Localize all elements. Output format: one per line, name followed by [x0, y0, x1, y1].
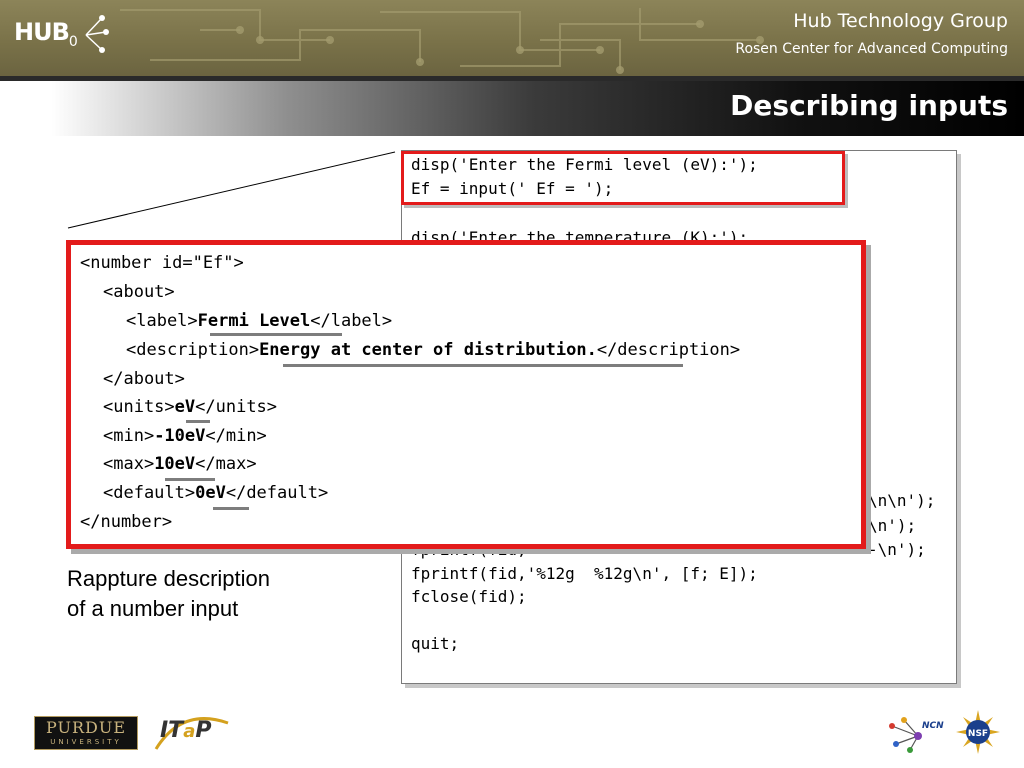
xml-label-line: <label>Fermi Level</label> — [126, 310, 392, 332]
xml-description-line: <description>Energy at center of distrib… — [126, 339, 740, 361]
description-value: Energy at center of distribution. — [259, 340, 597, 360]
xml-tag: </min> — [205, 426, 267, 446]
xml-tag: <label> — [126, 311, 198, 331]
default-value: 0eV — [195, 483, 226, 503]
units-value: eV — [174, 397, 196, 417]
purdue-name: PURDUE — [45, 718, 126, 737]
max-value: 10eV — [154, 454, 196, 474]
ncn-logo-icon: NCN — [889, 717, 944, 753]
label-underline — [210, 333, 342, 336]
nsf-text: NSF — [968, 729, 988, 739]
hub-logo-sub: 0 — [68, 33, 78, 50]
xml-about-close: </about> — [103, 369, 185, 389]
code-line: \n'); — [868, 516, 917, 535]
xml-tag: <max> — [103, 454, 155, 474]
xml-tag: </default> — [225, 483, 329, 503]
code-line: -\n'); — [868, 540, 926, 559]
code-line: fprintf(fid,'%12g %12g\n', [f; E]); — [411, 564, 758, 583]
code-line: quit; — [411, 634, 460, 653]
code-line: fclose(fid); — [411, 587, 527, 606]
units-underline — [186, 420, 210, 423]
description-underline — [283, 364, 683, 367]
default-underline — [213, 507, 249, 510]
xml-tag: </label> — [310, 311, 393, 331]
label-value: Fermi Level — [197, 311, 311, 331]
min-value: -10eV — [154, 426, 206, 446]
xml-number-close: </number> — [80, 512, 173, 532]
org-subtitle: Rosen Center for Advanced Computing — [735, 41, 1008, 57]
xml-tag: </max> — [195, 454, 257, 474]
code-line: \n\n'); — [868, 491, 936, 510]
xml-default-line: <default>0eV</default> — [103, 482, 328, 504]
max-underline — [165, 478, 215, 481]
itap-p: P — [195, 718, 212, 743]
xml-tag: <units> — [103, 397, 175, 417]
ncn-text: NCN — [922, 721, 944, 731]
xml-tag: </description> — [596, 340, 741, 360]
xml-tag: <min> — [103, 426, 155, 446]
itap-logo: ITaP — [160, 718, 211, 743]
hub-logo-text: HUB — [14, 18, 70, 46]
xml-about-open: <about> — [103, 282, 175, 302]
xml-max-line: <max>10eV</max> — [103, 453, 257, 475]
xml-tag: <description> — [126, 340, 260, 360]
xml-tag: <default> — [103, 483, 196, 503]
xml-number-open: <number id="Ef"> — [80, 253, 244, 273]
caption-line-1: Rappture description — [67, 566, 271, 591]
nsf-seal-icon: NSF — [956, 710, 1000, 754]
itap-a: a — [183, 721, 196, 742]
purdue-university: UNIVERSITY — [50, 738, 122, 746]
slide-title: Describing inputs — [730, 89, 1008, 122]
purdue-logo: PURDUE UNIVERSITY — [34, 716, 138, 750]
caption-line-2: of a number input — [67, 596, 239, 621]
itap-it: IT — [160, 718, 184, 743]
xml-min-line: <min>-10eV</min> — [103, 425, 267, 447]
header-banner: HUB0 Hub Technology Group Rosen Center f… — [0, 0, 1024, 76]
org-title: Hub Technology Group — [793, 10, 1008, 32]
hub-burst-icon — [85, 15, 109, 53]
xml-units-line: <units>eV</units> — [103, 396, 277, 418]
highlight-frame-ef — [401, 151, 845, 205]
hub-logo: HUB0 — [14, 18, 78, 50]
xml-tag: </units> — [195, 397, 278, 417]
